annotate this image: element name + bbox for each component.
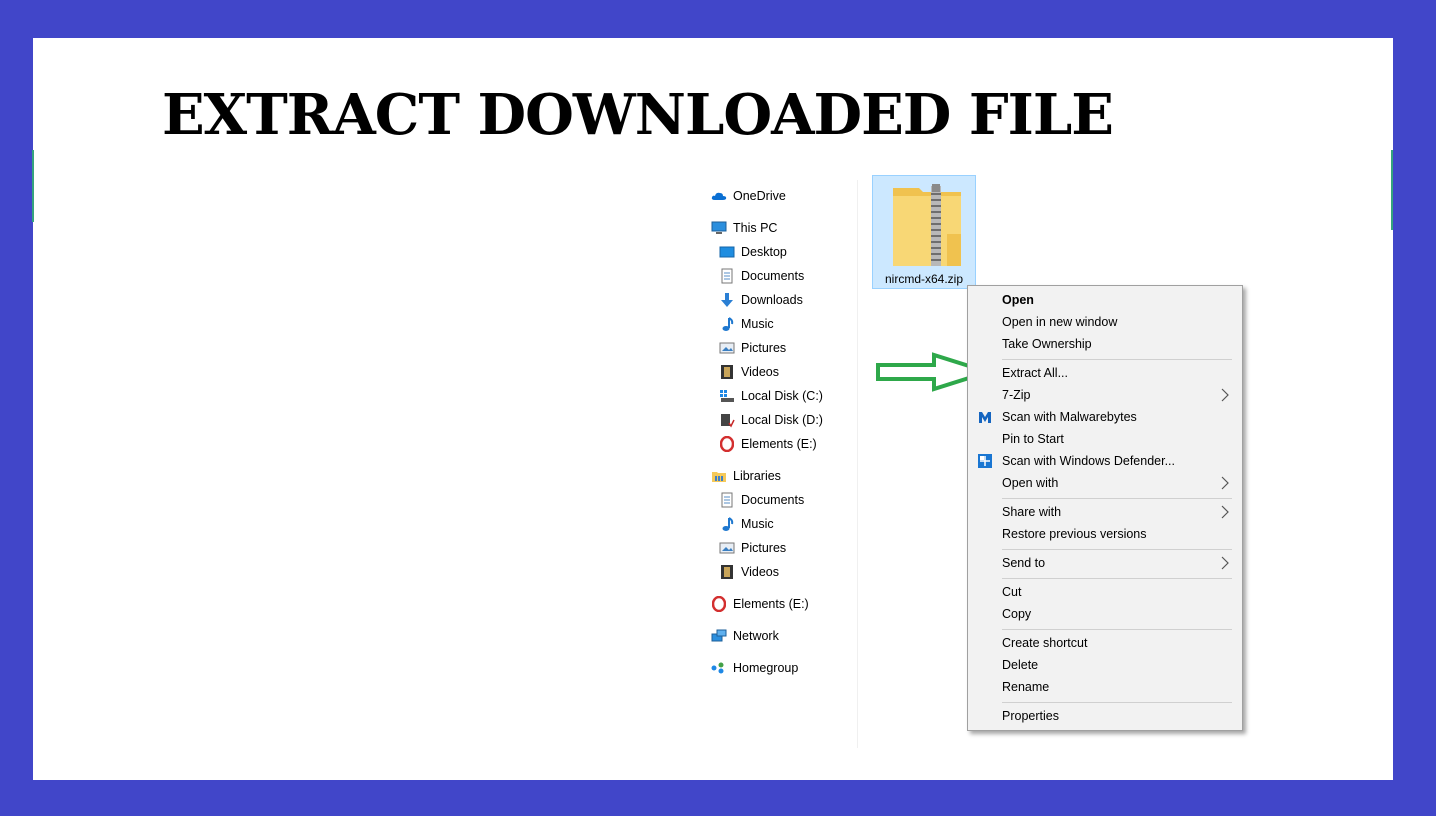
nav-label: Music (741, 517, 774, 531)
menu-item-7zip[interactable]: 7-Zip (968, 384, 1242, 406)
opera-drive-icon (719, 436, 735, 452)
nav-label: Documents (741, 269, 805, 283)
menu-item-open-in-new-window[interactable]: Open in new window (968, 311, 1242, 333)
panel-edge-left (32, 150, 34, 222)
nav-item-local-disk-d[interactable]: Local Disk (D:) (719, 409, 823, 431)
nav-item-network[interactable]: Network (711, 625, 779, 647)
nav-label: OneDrive (733, 189, 786, 203)
menu-separator (1002, 578, 1232, 579)
menu-item-extract-all[interactable]: Extract All... (968, 362, 1242, 384)
menu-item-scan-windows-defender[interactable]: Scan with Windows Defender... (968, 450, 1242, 472)
chevron-right-icon (1221, 388, 1229, 402)
libraries-icon (711, 468, 727, 484)
pane-divider (857, 180, 858, 748)
nav-item-onedrive[interactable]: OneDrive (711, 185, 786, 207)
nav-label: Documents (741, 493, 805, 507)
nav-label: Elements (E:) (741, 437, 817, 451)
nav-item-homegroup[interactable]: Homegroup (711, 657, 798, 679)
nav-label: Local Disk (D:) (741, 413, 823, 427)
drive-d-icon (719, 412, 735, 428)
documents-icon (719, 268, 735, 284)
nav-item-local-disk-c[interactable]: Local Disk (C:) (719, 385, 823, 407)
menu-item-properties[interactable]: Properties (968, 705, 1242, 727)
menu-separator (1002, 702, 1232, 703)
nav-item-lib-documents[interactable]: Documents (719, 489, 804, 511)
context-menu: Open Open in new window Take Ownership E… (967, 285, 1243, 731)
this-pc-icon (711, 220, 727, 236)
nav-item-lib-videos[interactable]: Videos (719, 561, 779, 583)
homegroup-icon (711, 660, 727, 676)
nav-label: Libraries (733, 469, 781, 483)
menu-separator (1002, 549, 1232, 550)
pictures-icon (719, 340, 735, 356)
file-item-selected[interactable]: nircmd-x64.zip (872, 175, 976, 289)
menu-separator (1002, 498, 1232, 499)
chevron-right-icon (1221, 505, 1229, 519)
nav-label: Downloads (741, 293, 803, 307)
nav-label: Desktop (741, 245, 787, 259)
nav-label: Homegroup (733, 661, 799, 675)
music-icon (719, 316, 735, 332)
zip-folder-icon (891, 182, 963, 268)
pictures-icon (719, 540, 735, 556)
menu-item-take-ownership[interactable]: Take Ownership (968, 333, 1242, 355)
nav-item-lib-pictures[interactable]: Pictures (719, 537, 786, 559)
menu-item-delete[interactable]: Delete (968, 654, 1242, 676)
page-title: EXTRACT DOWNLOADED FILE (162, 82, 1114, 148)
videos-icon (719, 564, 735, 580)
onedrive-icon (711, 188, 727, 204)
nav-item-documents[interactable]: Documents (719, 265, 804, 287)
menu-item-open[interactable]: Open (968, 289, 1242, 311)
malwarebytes-icon (979, 412, 991, 423)
network-icon (711, 628, 727, 644)
nav-label: Music (741, 317, 774, 331)
documents-icon (719, 492, 735, 508)
nav-item-desktop[interactable]: Desktop (719, 241, 787, 263)
nav-item-elements-e[interactable]: Elements (E:) (719, 433, 817, 455)
chevron-right-icon (1221, 556, 1229, 570)
nav-item-pictures[interactable]: Pictures (719, 337, 786, 359)
panel-edge-right (1391, 150, 1393, 230)
windows-defender-icon (978, 454, 992, 468)
menu-separator (1002, 629, 1232, 630)
menu-item-cut[interactable]: Cut (968, 581, 1242, 603)
desktop-icon (719, 244, 735, 260)
menu-item-pin-to-start[interactable]: Pin to Start (968, 428, 1242, 450)
nav-label: Network (733, 629, 779, 643)
menu-item-scan-malwarebytes[interactable]: Scan with Malwarebytes (968, 406, 1242, 428)
nav-item-downloads[interactable]: Downloads (719, 289, 803, 311)
drive-c-icon (719, 388, 735, 404)
file-name: nircmd-x64.zip (884, 272, 964, 286)
nav-label: Local Disk (C:) (741, 389, 823, 403)
videos-icon (719, 364, 735, 380)
menu-item-send-to[interactable]: Send to (968, 552, 1242, 574)
menu-item-open-with[interactable]: Open with (968, 472, 1242, 494)
menu-item-copy[interactable]: Copy (968, 603, 1242, 625)
chevron-right-icon (1221, 476, 1229, 490)
nav-label: Videos (741, 565, 779, 579)
downloads-icon (719, 292, 735, 308)
music-icon (719, 516, 735, 532)
nav-label: This PC (733, 221, 778, 235)
nav-item-videos[interactable]: Videos (719, 361, 779, 383)
nav-item-libraries[interactable]: Libraries (711, 465, 781, 487)
nav-item-music[interactable]: Music (719, 313, 774, 335)
nav-label: Pictures (741, 541, 787, 555)
nav-label: Pictures (741, 341, 787, 355)
nav-label: Elements (E:) (733, 597, 809, 611)
nav-item-this-pc[interactable]: This PC (711, 217, 777, 239)
nav-label: Videos (741, 365, 779, 379)
nav-item-lib-music[interactable]: Music (719, 513, 774, 535)
menu-item-share-with[interactable]: Share with (968, 501, 1242, 523)
opera-drive-icon (711, 596, 727, 612)
nav-item-elements-e-root[interactable]: Elements (E:) (711, 593, 809, 615)
menu-item-rename[interactable]: Rename (968, 676, 1242, 698)
menu-separator (1002, 359, 1232, 360)
menu-item-create-shortcut[interactable]: Create shortcut (968, 632, 1242, 654)
menu-item-restore-previous-versions[interactable]: Restore previous versions (968, 523, 1242, 545)
